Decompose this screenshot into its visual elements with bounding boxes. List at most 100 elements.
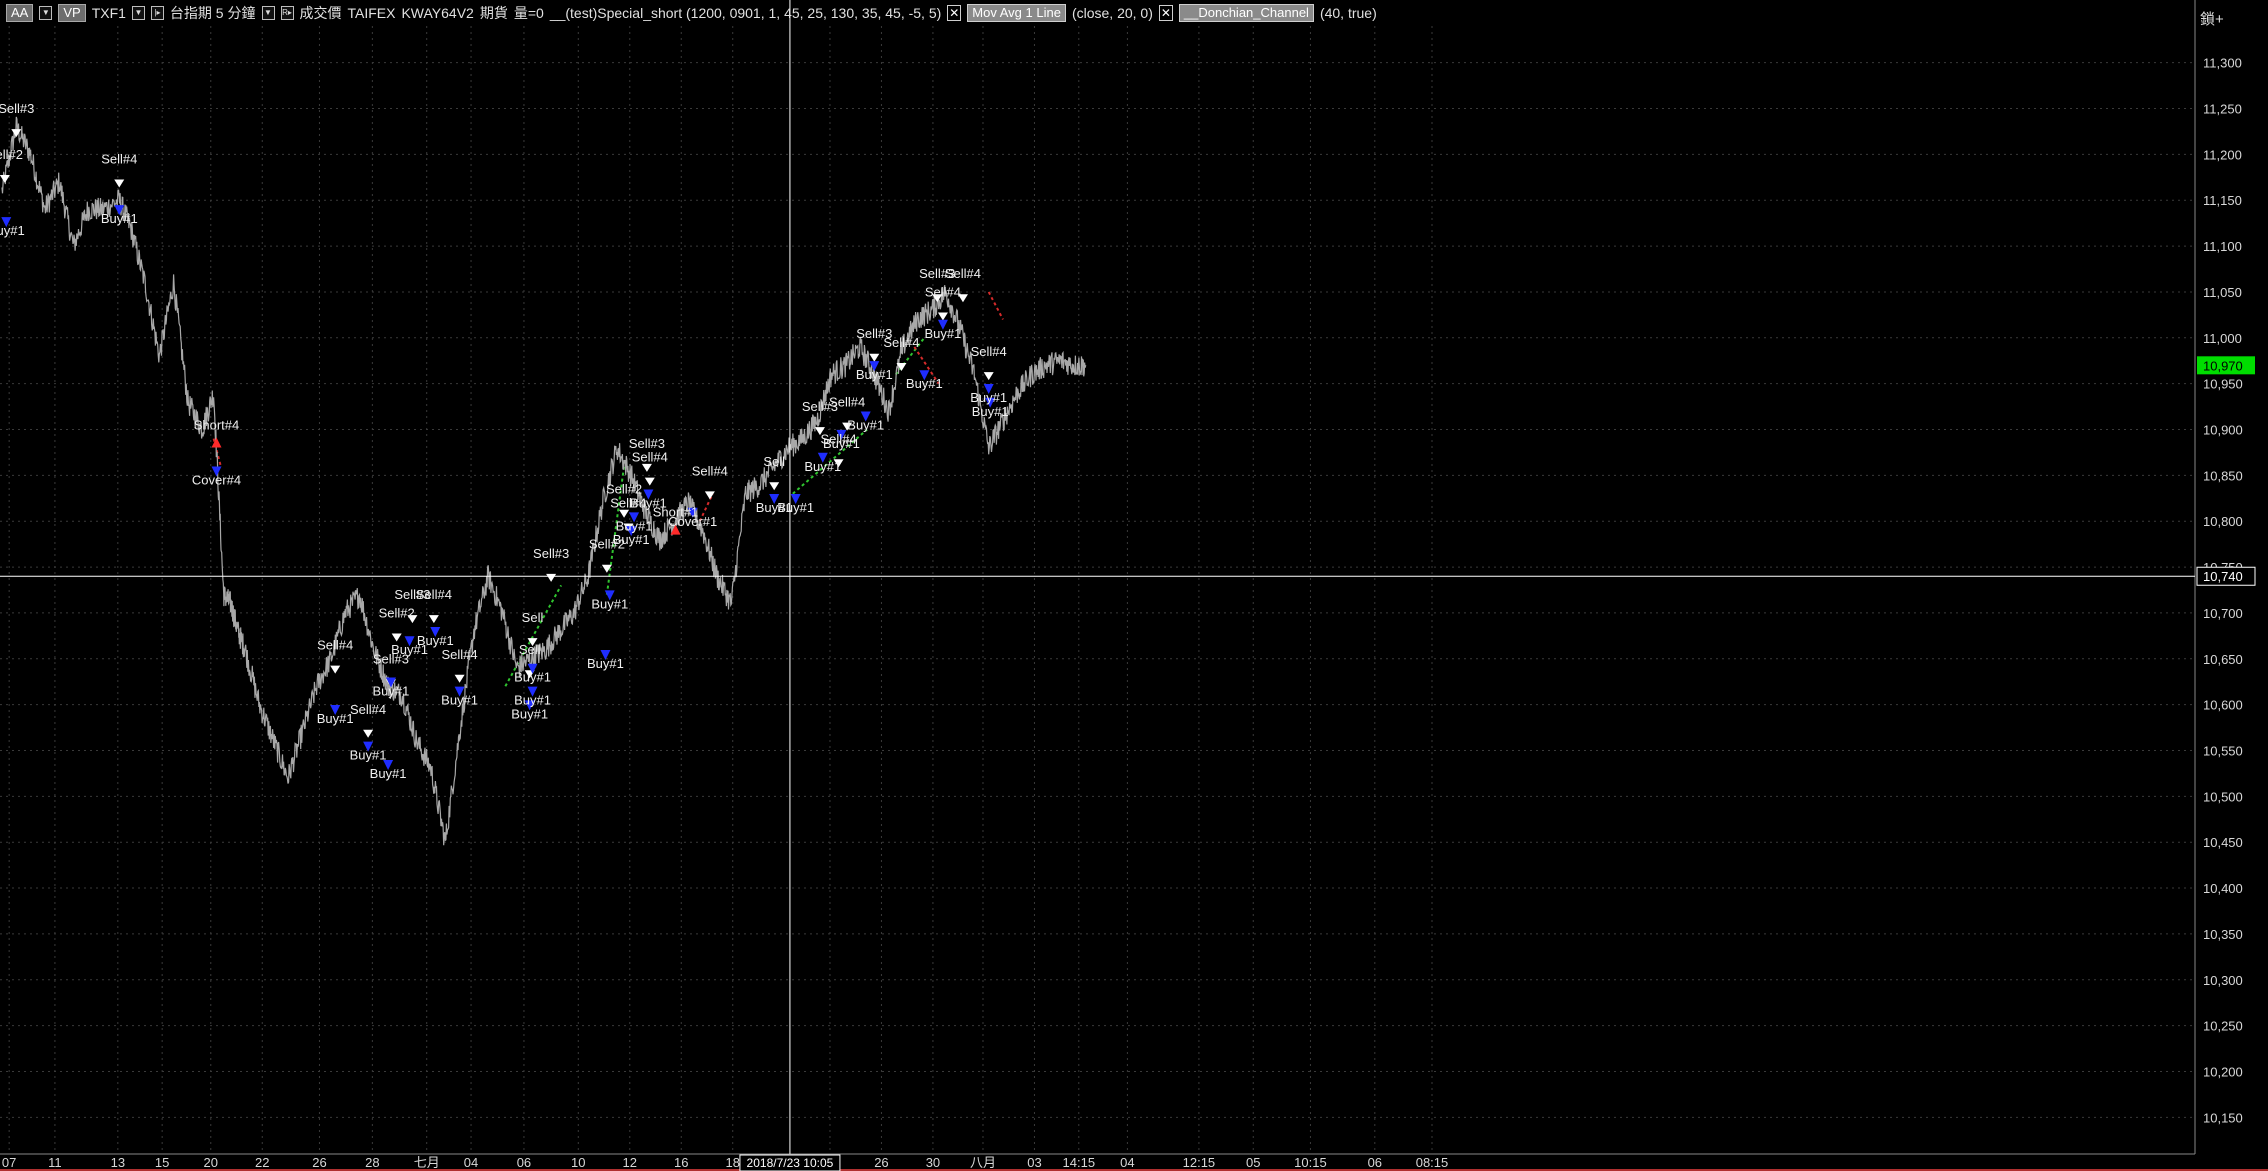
trade-label: Sell#4 <box>925 285 961 300</box>
time-tick-label: 12 <box>623 1155 637 1170</box>
time-tick-label: 26 <box>874 1155 888 1170</box>
trade-label: Sell#4 <box>632 450 668 465</box>
symbol-menu-icon[interactable]: |▸ <box>150 6 164 20</box>
time-tick-label: 28 <box>365 1155 379 1170</box>
time-tick-label: 七月 <box>414 1155 440 1170</box>
trade-label: Sell#4 <box>692 463 728 478</box>
refresh-icon[interactable]: R▸ <box>280 6 294 20</box>
time-tick-label: 16 <box>674 1155 688 1170</box>
price-tick-label: 10,650 <box>2203 652 2243 667</box>
trade-label: Cover#1 <box>668 514 717 529</box>
price-tick-label: 11,250 <box>2203 102 2242 117</box>
price-tick-label: 10,900 <box>2203 423 2243 438</box>
strategy-label[interactable]: __(test)Special_short (1200, 0901, 1, 45… <box>550 5 941 21</box>
futures-label: 期貨 <box>479 5 508 21</box>
time-tick-label: 22 <box>255 1155 269 1170</box>
trade-label: Buy#1 <box>777 500 814 515</box>
price-tick-label: 10,500 <box>2203 789 2243 804</box>
price-tick-label: 10,150 <box>2203 1110 2243 1125</box>
aa-button[interactable]: AA <box>6 4 34 22</box>
trade-label: Buy#1 <box>514 693 551 708</box>
trade-label: Sell <box>519 642 541 657</box>
time-tick-label: 06 <box>517 1155 531 1170</box>
trade-label: Buy#1 <box>441 693 478 708</box>
time-tick-label: 15 <box>155 1155 169 1170</box>
time-tick-label: 07 <box>2 1155 16 1170</box>
crosshair-time-label: 2018/7/23 10:05 <box>747 1156 834 1170</box>
chart-background <box>0 0 2268 1171</box>
time-tick-label: 八月 <box>970 1155 996 1170</box>
vp-button[interactable]: VP <box>58 4 86 22</box>
trade-label: Sell#4 <box>350 702 386 717</box>
price-tick-label: 10,250 <box>2203 1019 2243 1034</box>
trade-label: Sell#3 <box>533 546 569 561</box>
price-tick-label: 11,050 <box>2203 285 2242 300</box>
time-tick-label: 20 <box>204 1155 218 1170</box>
trade-label: Buy#1 <box>823 436 860 451</box>
last-price-label: 10,970 <box>2203 358 2243 373</box>
trade-label: Sell#2 <box>0 147 23 162</box>
time-tick-label: 04 <box>1120 1155 1134 1170</box>
trade-label: Sell#3 <box>629 436 665 451</box>
price-tick-label: 10,950 <box>2203 377 2243 392</box>
trade-label: Buy#1 <box>514 670 551 685</box>
time-tick-label: 10:15 <box>1294 1155 1327 1170</box>
trade-label: Buy#1 <box>350 748 387 763</box>
study-donchian-params: (40, true) <box>1319 5 1377 21</box>
study-donchian-button[interactable]: __Donchian_Channel <box>1178 4 1314 22</box>
time-tick-label: 12:15 <box>1183 1155 1216 1170</box>
price-tick-label: 10,800 <box>2203 514 2243 529</box>
trade-label: Buy#1 <box>906 376 943 391</box>
study-mov-avg-button[interactable]: Mov Avg 1 Line <box>967 4 1066 22</box>
trade-label: Sell#4 <box>945 266 981 281</box>
trade-label: Buy#1 <box>0 223 25 238</box>
trade-label: Sell <box>763 454 785 469</box>
time-tick-label: 03 <box>1027 1155 1041 1170</box>
time-tick-label: 14:15 <box>1063 1155 1096 1170</box>
trade-label: Sell#4 <box>101 152 137 167</box>
trade-label: Cover#4 <box>192 473 241 488</box>
trade-label: Buy#1 <box>317 711 354 726</box>
symbol-dropdown-icon[interactable]: ▼ <box>131 6 145 20</box>
trade-label: Buy#1 <box>587 656 624 671</box>
trade-label: Buy#1 <box>370 766 407 781</box>
chevron-down-icon[interactable]: ▼ <box>39 6 53 20</box>
period-dropdown-icon[interactable]: ▼ <box>261 6 275 20</box>
price-tick-label: 11,000 <box>2203 331 2242 346</box>
price-tick-label: 10,300 <box>2203 973 2243 988</box>
close-strategy-icon[interactable]: ✕ <box>947 5 962 21</box>
time-tick-label: 04 <box>464 1155 478 1170</box>
time-tick-label: 10 <box>571 1155 585 1170</box>
trade-label: Sell#4 <box>442 647 478 662</box>
layout-name-label: KWAY64V2 <box>401 5 474 21</box>
crosshair-price-label: 10,740 <box>2203 569 2243 584</box>
close-study-icon[interactable]: ✕ <box>1158 5 1173 21</box>
volume-label: 量=0 <box>513 5 544 21</box>
trade-label: Sell#2 <box>379 606 415 621</box>
lock-scale-icon[interactable]: 鎖+ <box>2200 8 2224 29</box>
time-tick-label: 08:15 <box>1416 1155 1449 1170</box>
time-tick-label: 18 <box>725 1155 739 1170</box>
time-tick-label: 13 <box>111 1155 125 1170</box>
time-tick-label: 26 <box>312 1155 326 1170</box>
study-mov-avg-params: (close, 20, 0) <box>1071 5 1153 21</box>
trade-label: Buy#1 <box>101 211 138 226</box>
price-tick-label: 11,300 <box>2203 56 2242 71</box>
trade-label: Buy#1 <box>925 326 962 341</box>
trade-label: Buy#1 <box>591 596 628 611</box>
trade-label: Buy#1 <box>613 532 650 547</box>
price-tick-label: 11,100 <box>2203 239 2242 254</box>
price-chart[interactable]: Sell#3Sell#2Buy#1Sell#4Buy#1Short#4Cover… <box>0 0 2268 1171</box>
price-tick-label: 10,450 <box>2203 835 2243 850</box>
price-type-label: 成交價 <box>299 5 342 21</box>
trade-label: Sell#4 <box>829 395 865 410</box>
time-tick-label: 05 <box>1246 1155 1260 1170</box>
trade-label: Buy#1 <box>972 404 1009 419</box>
trade-label: Sell#2 <box>606 482 642 497</box>
trade-label: Sell#4 <box>416 587 452 602</box>
trade-label: Buy#1 <box>970 390 1007 405</box>
time-tick-label: 11 <box>48 1155 62 1170</box>
trade-label: Short#4 <box>194 418 240 433</box>
price-tick-label: 10,600 <box>2203 698 2243 713</box>
trade-label: Buy#1 <box>511 706 548 721</box>
